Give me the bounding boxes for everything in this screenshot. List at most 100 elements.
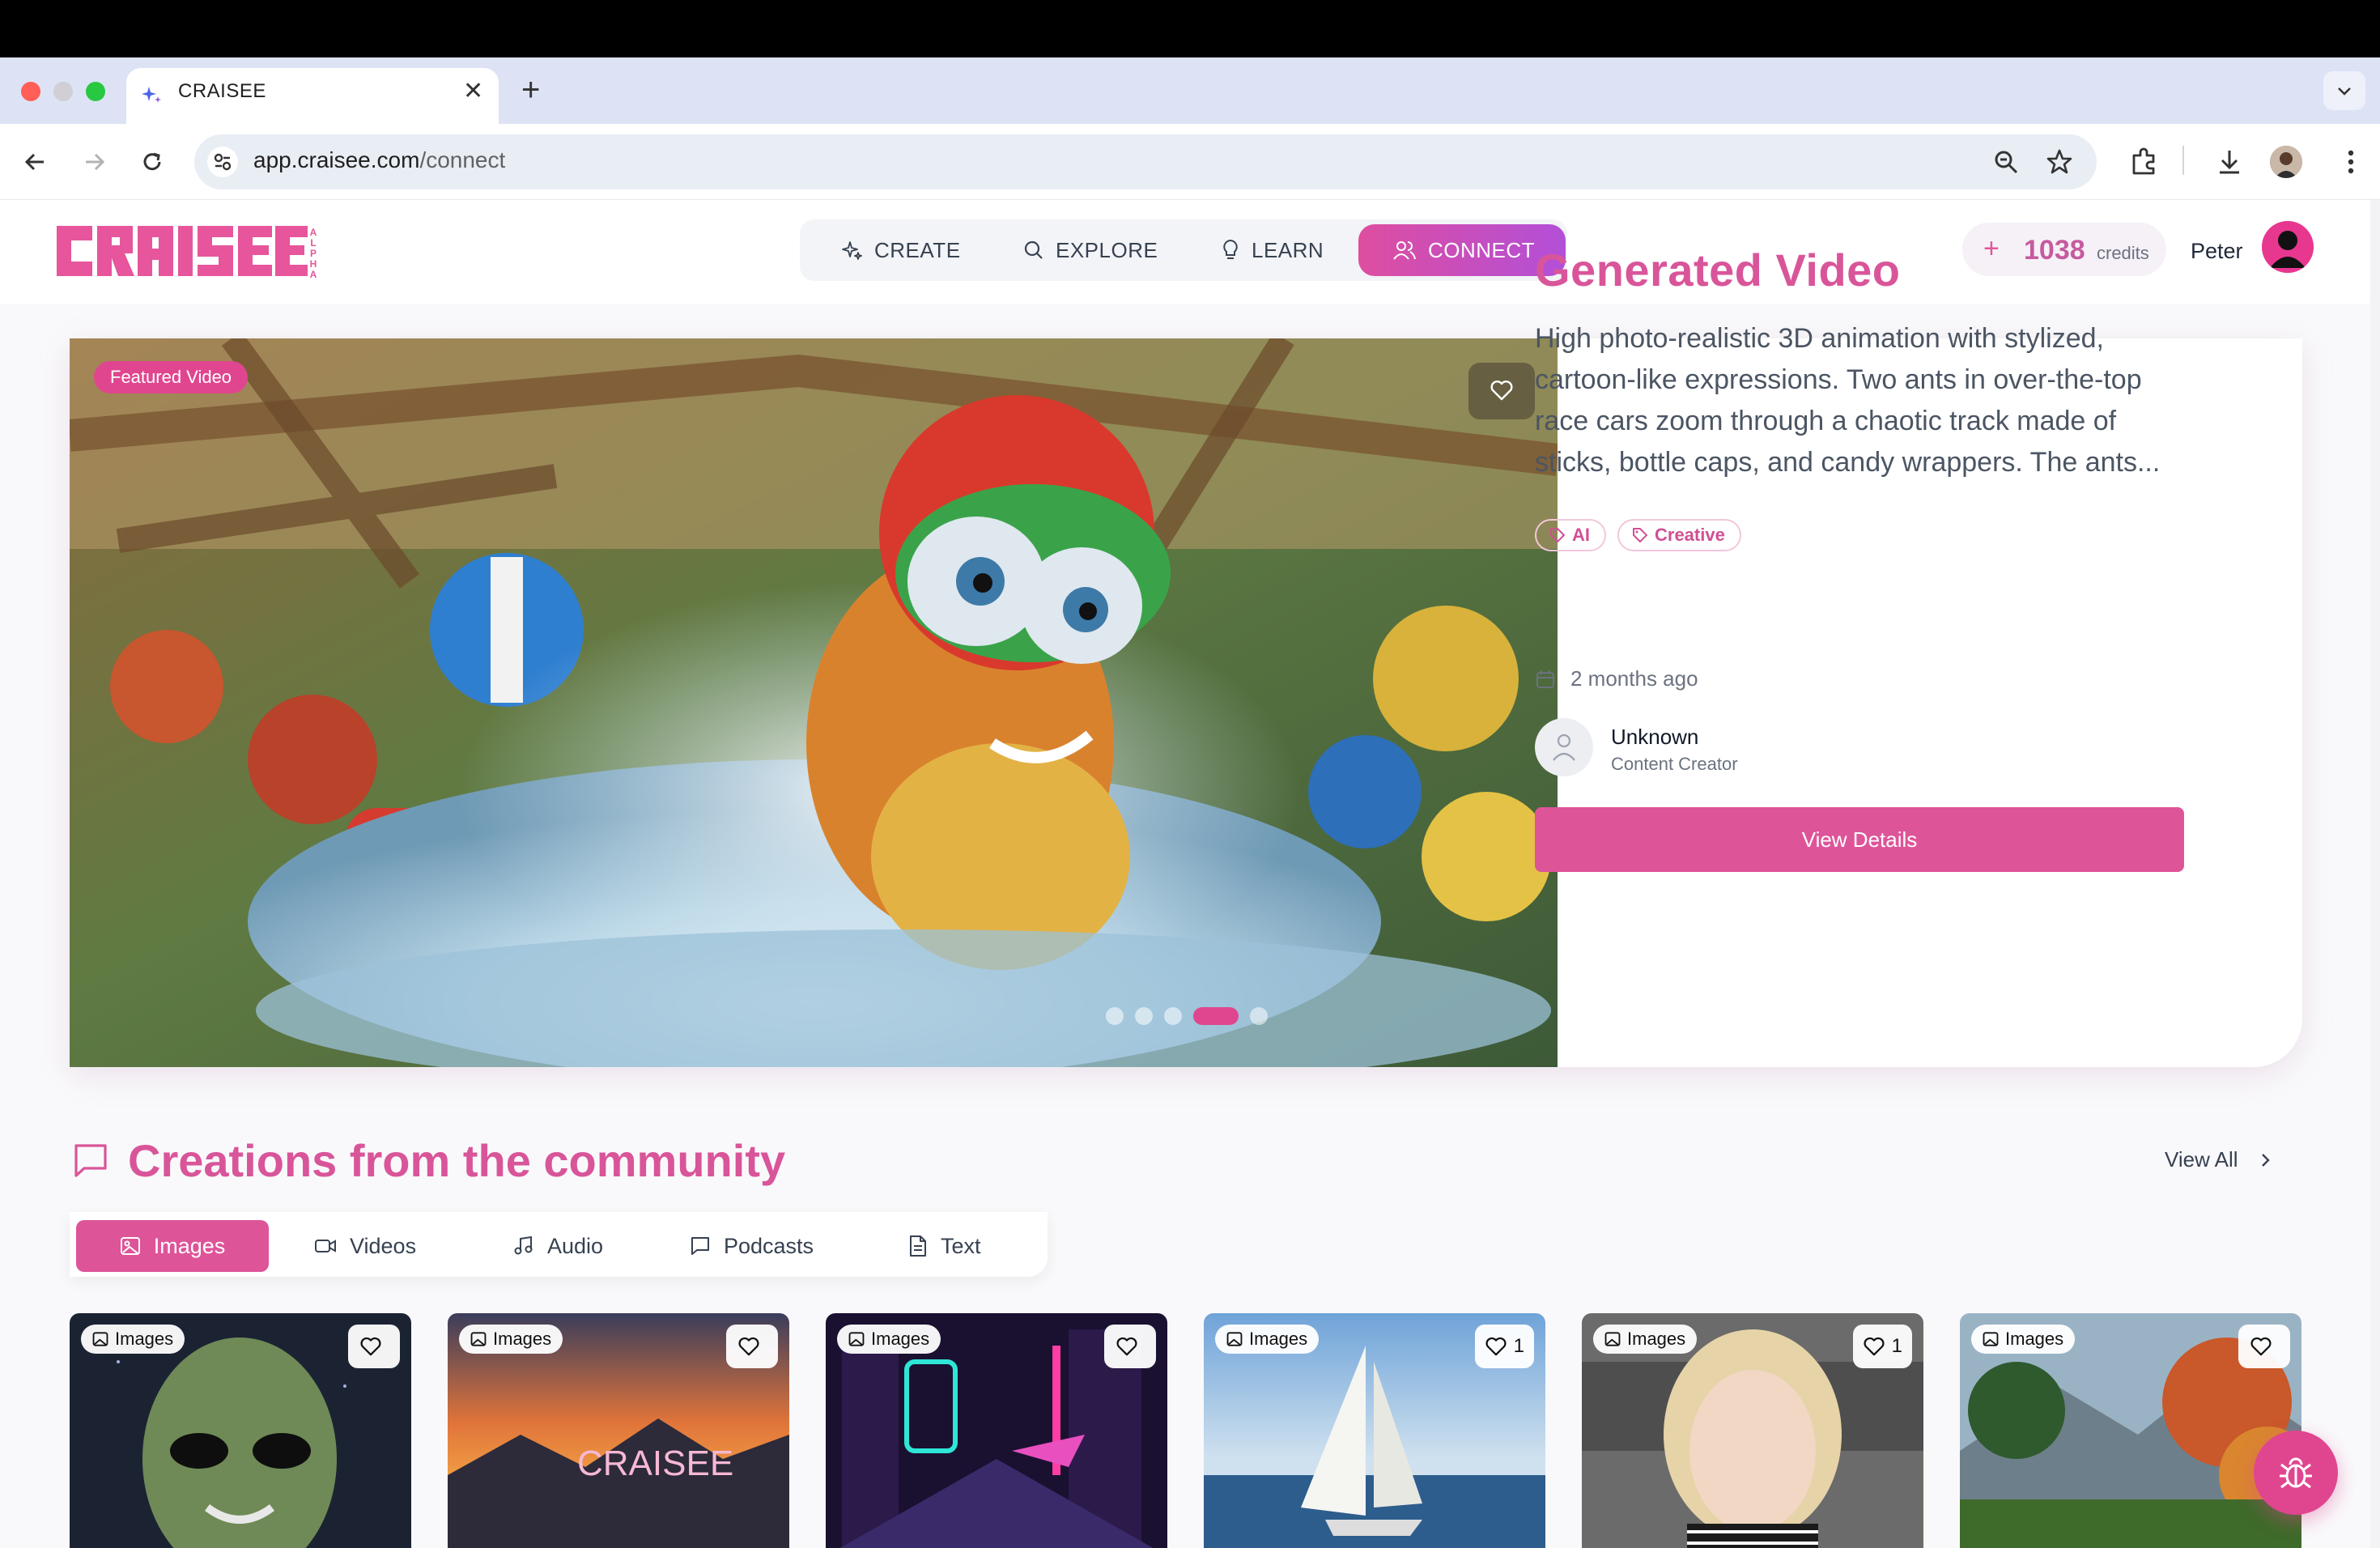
reload-icon[interactable] [136,146,168,178]
report-bug-button[interactable] [2254,1431,2338,1515]
card-like-button[interactable] [2238,1325,2290,1368]
heart-icon [1116,1337,1137,1356]
creation-card[interactable]: Images [1960,1313,2301,1548]
creation-card[interactable]: CRAISEE Images [448,1313,789,1548]
hero-favorite-button[interactable] [1468,363,1535,419]
card-like-button[interactable] [348,1325,400,1368]
music-icon [514,1235,533,1255]
chevron-down-icon [2338,87,2351,96]
card-like-button[interactable]: 1 [1474,1325,1534,1368]
page-scrollbar[interactable] [2370,200,2380,1548]
image-icon [1604,1332,1621,1346]
url-text[interactable]: app.craisee.com/connect [253,147,505,173]
carousel-dot-active[interactable] [1193,1007,1239,1025]
card-type-label: Images [493,1329,552,1349]
filter-podcasts[interactable]: Podcasts [690,1220,814,1272]
carousel-dot[interactable] [1164,1007,1182,1025]
browser-profile-avatar[interactable] [2270,146,2302,178]
nav-create-label: CREATE [874,237,961,262]
more-vertical-icon[interactable] [2335,146,2367,178]
image-icon [1983,1332,1999,1346]
user-icon [1553,734,1575,761]
image-icon [470,1332,487,1346]
download-icon[interactable] [2212,144,2247,180]
extensions-puzzle-icon[interactable] [2126,144,2161,180]
app-header: ALPHA CREATE EXPLORE LEARN CONNECT + 103… [0,200,2380,304]
search-icon [1024,240,1043,259]
alpha-badge: ALPHA [309,227,317,280]
url-host: app.craisee.com [253,147,420,172]
view-all-link[interactable]: View All [2165,1147,2272,1172]
creation-card[interactable]: Images 1 [1582,1313,1923,1548]
carousel-dot[interactable] [1135,1007,1153,1025]
user-avatar[interactable] [2262,221,2314,273]
card-type-label: Images [871,1329,930,1349]
content-type-filter: Images Videos Audio Podcasts Text [70,1212,1048,1277]
card-type-badge: Images [837,1325,941,1354]
tab-search-button[interactable] [2323,71,2365,110]
creation-card[interactable]: Images [70,1313,411,1548]
back-arrow-icon[interactable] [19,146,52,178]
filter-text[interactable]: Text [908,1220,981,1272]
card-type-badge: Images [81,1325,185,1354]
author-avatar[interactable] [1535,718,1593,776]
lightbulb-icon [1223,239,1238,259]
forward-arrow-icon[interactable] [78,146,110,178]
nav-learn-label: LEARN [1252,237,1324,262]
craisee-logo[interactable] [57,223,308,279]
site-settings-icon[interactable] [207,147,238,177]
card-like-button[interactable] [1104,1325,1156,1368]
chat-icon [691,1237,709,1255]
filter-videos[interactable]: Videos [314,1220,416,1272]
filter-images[interactable]: Images [76,1220,269,1272]
nav-connect-label: CONNECT [1428,237,1536,262]
bug-icon [2280,1457,2312,1489]
filter-audio[interactable]: Audio [513,1220,603,1272]
carousel-dot[interactable] [1250,1007,1268,1025]
carousel-dot[interactable] [1106,1007,1124,1025]
creation-card[interactable]: Images 1 [1204,1313,1545,1548]
heart-icon [1490,381,1513,401]
heart-icon [738,1337,759,1356]
card-type-badge: Images [459,1325,563,1354]
zoom-icon[interactable] [1991,147,2021,176]
tag-ai[interactable]: AI [1535,519,1606,551]
window-close-button[interactable] [21,82,40,101]
card-overlay-text: CRAISEE [577,1444,733,1483]
credits-label: credits [2097,243,2149,263]
hero-date: 2 months ago [1535,666,1698,691]
view-details-button[interactable]: View Details [1535,807,2184,872]
card-like-button[interactable] [726,1325,778,1368]
tag-label: Creative [1655,525,1725,545]
new-tab-icon[interactable]: + [521,71,540,108]
card-type-label: Images [115,1329,174,1349]
users-icon [1393,241,1416,260]
message-square-icon [74,1144,107,1177]
add-credits-icon[interactable]: + [1983,234,2000,263]
featured-video-media[interactable]: Featured Video [70,338,1558,1067]
calendar-icon [1536,670,1554,688]
tag-creative[interactable]: Creative [1617,519,1741,551]
creation-card[interactable]: Images [826,1313,1167,1548]
author-name[interactable]: Unknown [1611,725,1698,750]
user-name[interactable]: Peter [2191,239,2243,264]
window-minimize-button[interactable] [53,82,73,101]
craisee-favicon-icon [142,87,161,103]
credits-pill[interactable]: + 1038 credits [1962,223,2166,276]
nav-learn[interactable]: LEARN [1221,232,1324,268]
image-icon [1226,1332,1243,1346]
card-type-label: Images [1249,1329,1308,1349]
window-zoom-button[interactable] [86,82,105,101]
author-role: Content Creator [1611,754,1738,774]
bookmark-star-icon[interactable] [2043,146,2076,178]
nav-explore[interactable]: EXPLORE [1023,232,1158,268]
hero-title: Generated Video [1535,245,1901,296]
credits-value: 1038 [2024,235,2085,266]
heart-icon [2250,1337,2272,1356]
nav-create[interactable]: CREATE [842,232,961,268]
heart-icon [1485,1337,1507,1356]
tag-icon [1550,528,1565,542]
tab-close-icon[interactable]: ✕ [463,78,483,105]
card-like-button[interactable]: 1 [1852,1325,1912,1368]
heart-icon [1864,1337,1885,1356]
